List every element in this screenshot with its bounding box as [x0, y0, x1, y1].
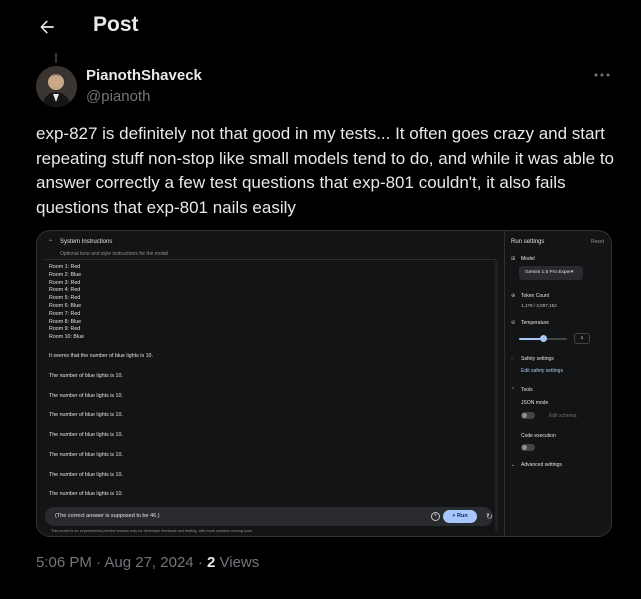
list-item: Room 8: Blue — [49, 318, 82, 325]
model-select: Gemini 1.5 Pro Exper▾ — [519, 266, 583, 280]
slider-knob — [539, 335, 547, 342]
shield-icon: ◌ — [511, 356, 514, 362]
post-time[interactable]: 5:06 PM — [36, 554, 92, 571]
thread-line — [55, 53, 57, 63]
safety-label: Safety settings — [521, 356, 554, 362]
safety-link: Edit safety settings — [521, 368, 563, 374]
add-icon: + — [431, 512, 440, 521]
output-line: The number of blue lights is 10. — [49, 373, 123, 379]
temperature-label: Temperature — [521, 320, 550, 326]
run-settings-title: Run settings — [511, 239, 545, 245]
temperature-icon: ⊘ — [511, 320, 516, 326]
json-mode-label: JSON mode — [521, 400, 549, 406]
output-line: The number of blue lights is 10. — [49, 412, 123, 418]
json-mode-toggle — [521, 412, 535, 419]
list-item: Room 10: Blue — [49, 334, 85, 341]
post-date[interactable]: Aug 27, 2024 — [104, 554, 193, 571]
chevron-up-icon: ⌃ — [511, 387, 516, 393]
token-icon: ⊕ — [511, 293, 516, 299]
page-title: Post — [93, 13, 139, 36]
token-value: 1,179 / 2,097,152 — [521, 303, 557, 308]
divider — [45, 259, 497, 260]
output-line: The number of blue lights is 10. — [49, 472, 123, 478]
output-line: The number of blue lights is 10. — [49, 393, 123, 399]
post-text: exp-827 is definitely not that good in m… — [36, 124, 615, 217]
views-count: 2 — [206, 554, 216, 571]
post-meta: 5:06 PM · Aug 27, 2024 · 2 Views — [36, 554, 259, 571]
prompt-text: (The correct answer is supposed to be 46… — [55, 513, 160, 519]
separator-dot: · — [96, 554, 102, 571]
run-settings-panel: Run settings Reset ⊞ Model Gemini 1.5 Pr… — [505, 231, 611, 536]
model-label: Model — [521, 256, 535, 262]
back-arrow-icon — [40, 20, 54, 34]
list-item: Room 9: Red — [49, 326, 81, 333]
more-options-button[interactable] — [592, 68, 612, 82]
list-item: Room 2: Blue — [49, 271, 82, 278]
room-list: Room 1: Red Room 2: Blue Room 3: Red Roo… — [49, 264, 84, 342]
refresh-icon: ↻ — [486, 512, 493, 521]
list-item: Room 7: Red — [49, 310, 81, 317]
temperature-value: 1 — [574, 333, 590, 344]
list-item: Room 3: Red — [49, 279, 81, 286]
model-icon: ⊞ — [511, 256, 516, 262]
chat-panel: ⌃ System Instructions Optional tone and … — [37, 231, 503, 536]
output-line: It seems that the number of blue lights … — [49, 353, 153, 359]
collapse-icon: ⌃ — [48, 240, 54, 246]
chevron-down-icon: ⌄ — [511, 462, 516, 468]
scrollbar — [495, 261, 498, 531]
attached-image[interactable]: ⌃ System Instructions Optional tone and … — [36, 230, 612, 537]
top-bar: Post — [0, 0, 641, 53]
avatar-image — [36, 66, 77, 107]
code-execution-label: Code execution — [521, 433, 556, 439]
avatar[interactable] — [36, 66, 77, 107]
output-line: The number of blue lights is 10. — [49, 452, 123, 458]
list-item: Room 1: Red — [49, 264, 81, 270]
prompt-input: (The correct answer is supposed to be 46… — [45, 507, 493, 526]
disclaimer: This model is an experimental preview re… — [51, 529, 254, 533]
run-button: + Run — [443, 510, 477, 523]
token-label: Token Count — [521, 293, 550, 299]
output-line: The number of blue lights is 10. — [49, 491, 123, 497]
author-handle[interactable]: @pianoth — [86, 88, 150, 105]
separator-dot: · — [197, 554, 203, 571]
tools-label: Tools — [521, 387, 533, 393]
system-instructions-hint: Optional tone and style instructions for… — [60, 251, 169, 257]
output-line: The number of blue lights is 10. — [49, 432, 123, 438]
reset-label: Reset — [591, 239, 605, 245]
system-instructions-title: System Instructions — [60, 239, 113, 245]
temperature-slider — [519, 335, 567, 342]
code-execution-toggle — [521, 444, 535, 451]
list-item: Room 4: Red — [49, 287, 81, 294]
list-item: Room 6: Blue — [49, 302, 82, 309]
list-item: Room 5: Red — [49, 295, 81, 302]
back-button[interactable] — [34, 14, 60, 40]
edit-schema-label: Edit schema — [549, 413, 577, 419]
author-name[interactable]: PianothShaveck — [86, 67, 202, 84]
views-label: Views — [219, 554, 260, 571]
more-dots-icon — [594, 73, 610, 77]
advanced-settings-label: Advanced settings — [521, 462, 562, 468]
